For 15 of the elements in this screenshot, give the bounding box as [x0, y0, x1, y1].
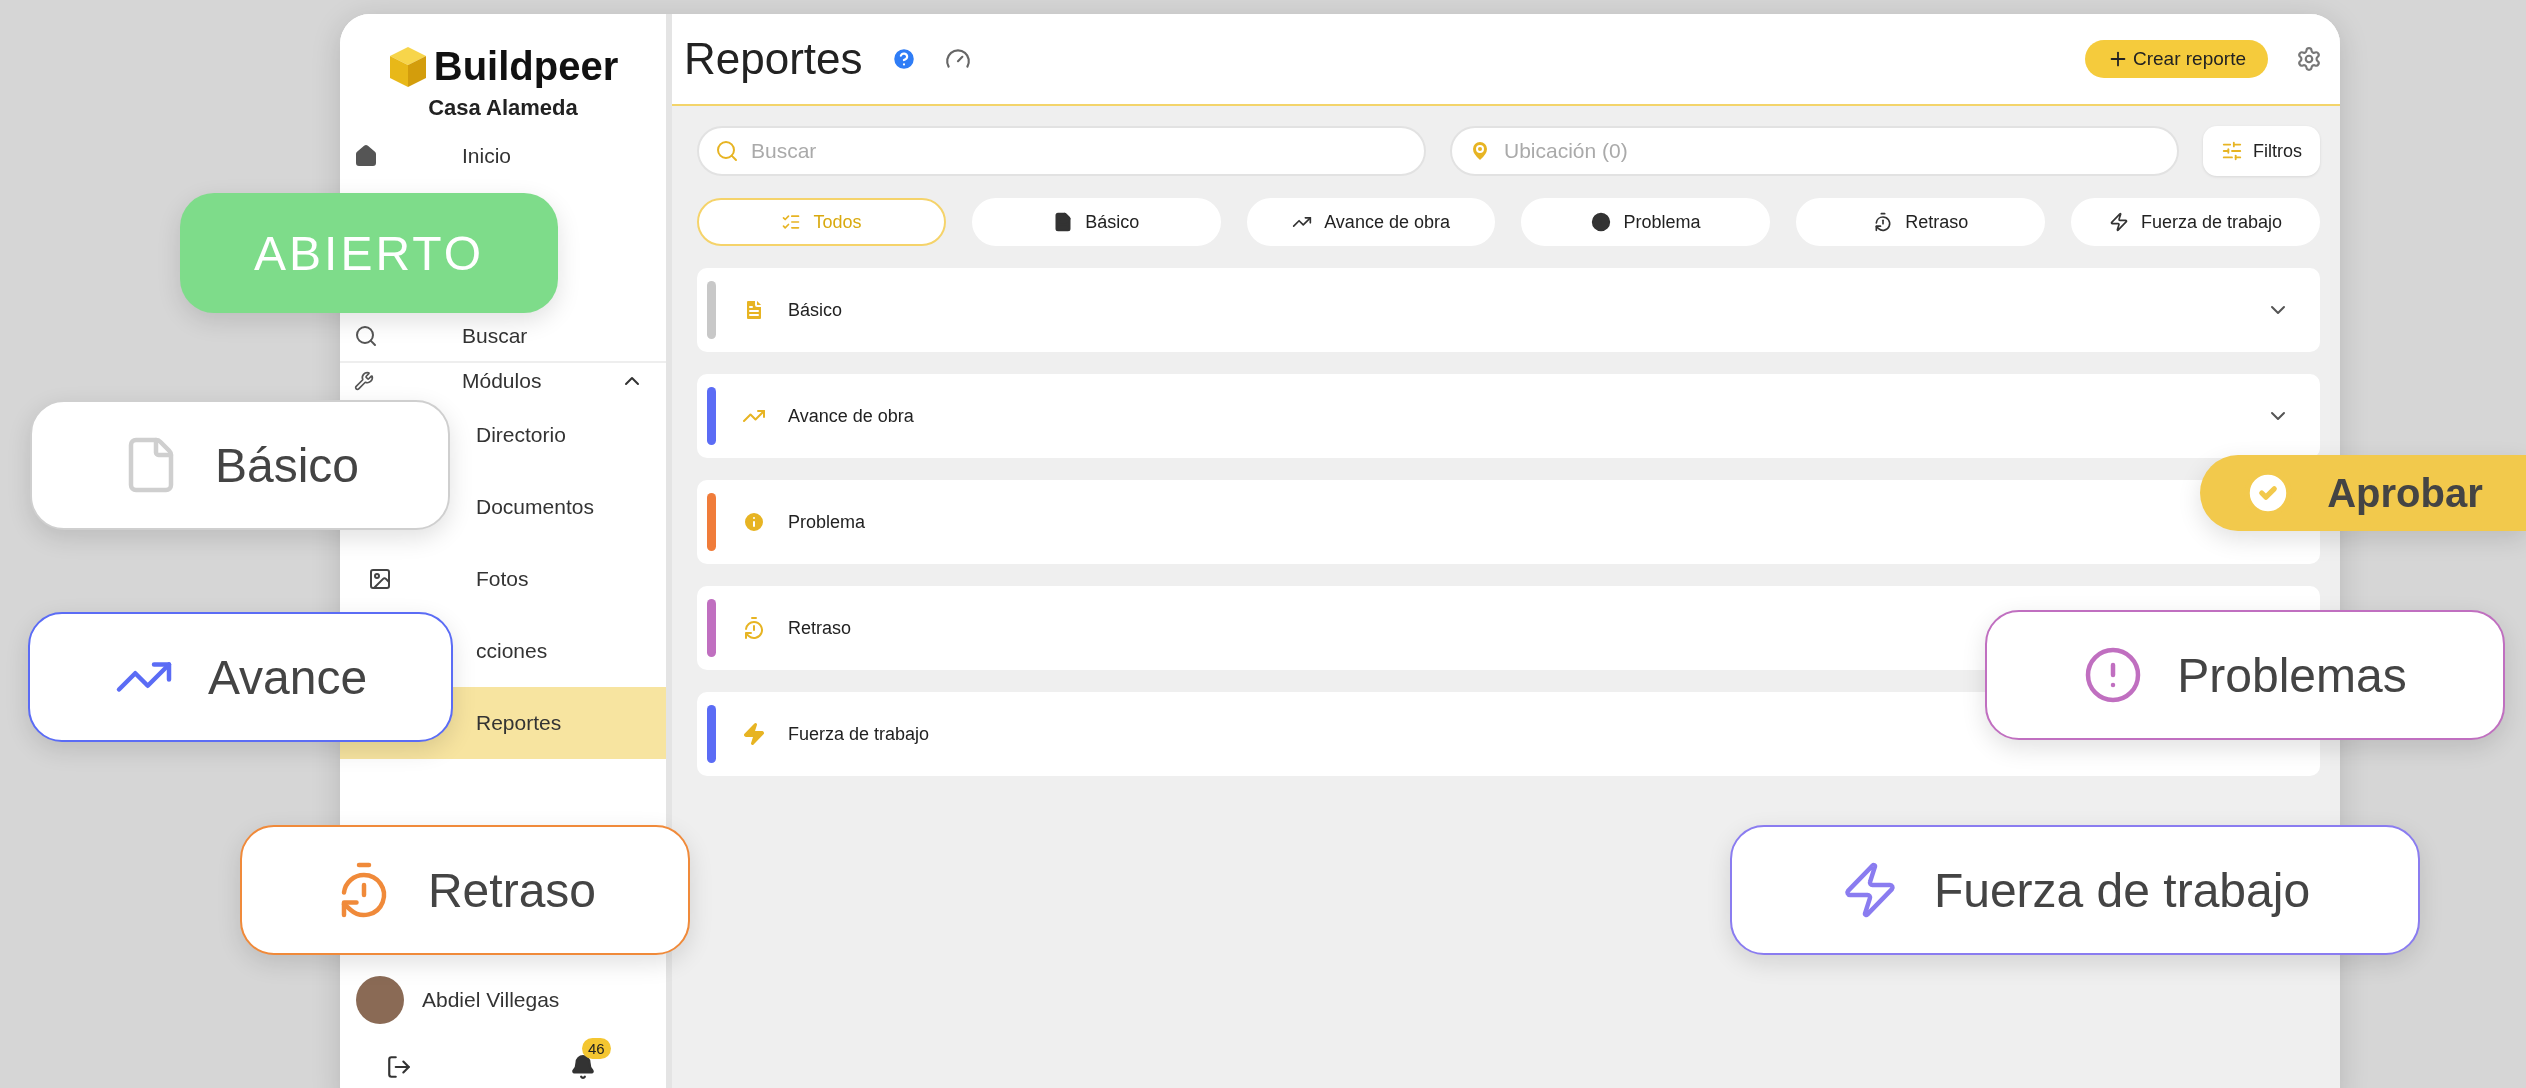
badge-label: ABIERTO — [254, 225, 484, 281]
badge-label: Básico — [214, 437, 360, 493]
badge-label: Fuerza de trabajo — [1933, 862, 2311, 918]
page-title: Reportes — [684, 34, 863, 84]
badge-label: Retraso — [427, 862, 597, 918]
report-group-label: Problema — [788, 511, 867, 533]
report-group-label: Retraso — [788, 617, 853, 639]
report-group-label: Avance de obra — [788, 405, 915, 427]
report-group-label: Básico — [788, 299, 844, 321]
user-name: Abdiel Villegas — [422, 988, 561, 1012]
report-group-label: Fuerza de trabajo — [788, 723, 931, 745]
badge-label: Aprobar — [2327, 470, 2483, 516]
project-name: Casa Alameda — [427, 95, 579, 121]
app-logo-text: Buildpeer — [433, 44, 619, 89]
notification-count: 46 — [582, 1038, 611, 1059]
